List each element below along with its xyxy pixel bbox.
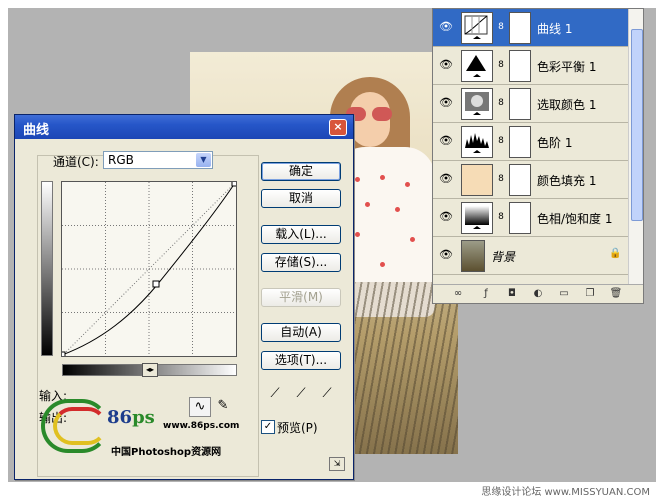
eye-icon[interactable]: 👁 [437,172,455,186]
color-balance-icon [461,50,493,82]
smooth-button[interactable]: 平滑(M) [261,288,341,307]
layer-row[interactable]: 👁 8 色相/饱和度 1 [433,199,629,237]
gray-eyedropper-icon[interactable]: ⟋ [291,385,311,403]
layer-row[interactable]: 👁 背景 🔒 [433,237,629,275]
channel-value: RGB [108,153,134,167]
save-button[interactable]: 存储(S)... [261,253,341,272]
layer-row[interactable]: 👁 8 颜色填充 1 [433,161,629,199]
layer-mask-thumb[interactable] [509,88,531,120]
black-eyedropper-icon[interactable]: ⟋ [265,385,285,403]
curves-dialog: 曲线 × 通道(C): RGB ▼ ◂▸ 输入: 输出: ∿ ✎ 确定 取消 载… [14,114,354,480]
gradient-toggle-icon[interactable]: ◂▸ [142,363,158,377]
curve-point-white [231,180,238,187]
layer-name: 曲线 1 [537,22,573,36]
cancel-button[interactable]: 取消 [261,189,341,208]
eye-icon[interactable]: 👁 [437,210,455,224]
link-icon[interactable]: 8 [497,134,505,148]
layer-style-icon[interactable]: ƒ [479,288,493,300]
link-icon[interactable]: 8 [497,58,505,72]
layer-mask-thumb[interactable] [509,202,531,234]
adjustment-layer-icon[interactable]: ◐ [531,288,545,300]
background-photo [461,240,485,272]
ok-button[interactable]: 确定 [261,162,341,181]
add-mask-icon[interactable]: ◘ [505,288,519,300]
layer-row[interactable]: 👁 8 选取颜色 1 [433,85,629,123]
close-button[interactable]: × [329,119,347,136]
86ps-logo: 86ps www.86ps.com 中国Photoshop资源网 [35,383,239,463]
layer-mask-thumb[interactable] [509,126,531,158]
new-layer-icon[interactable]: ❐ [583,288,597,300]
layers-panel: 👁 8 曲线 1 👁 8 色彩平衡 1 👁 8 选取颜色 1 👁 8 色阶 1 … [432,8,644,304]
chevron-down-icon[interactable]: ▼ [196,153,211,167]
hue-saturation-icon [461,202,493,234]
new-group-icon[interactable]: ▭ [557,288,571,300]
link-icon[interactable]: 8 [497,172,505,186]
layer-name: 选取颜色 1 [537,98,597,112]
layer-row[interactable]: 👁 8 曲线 1 [433,9,629,47]
channel-select[interactable]: RGB ▼ [103,151,213,169]
auto-button[interactable]: 自动(A) [261,323,341,342]
levels-icon [461,126,493,158]
layer-mask-thumb[interactable] [509,50,531,82]
link-layers-icon[interactable]: ∞ [451,288,465,300]
options-button[interactable]: 选项(T)... [261,351,341,370]
trash-icon[interactable]: 🗑 [609,288,623,300]
layer-name: 颜色填充 1 [537,174,597,188]
preview-checkbox[interactable]: ✓ [261,420,275,434]
eye-icon[interactable]: 👁 [437,248,455,262]
curve-graph[interactable] [59,180,238,358]
output-gradient-bar [41,181,53,356]
white-eyedropper-icon[interactable]: ⟋ [317,385,337,403]
layer-mask-thumb[interactable] [509,12,531,44]
logo-swoosh-color [53,407,107,445]
layer-name: 色彩平衡 1 [537,60,597,74]
resize-grip-icon[interactable]: ⇲ [329,457,345,471]
logo-caption: 中国Photoshop资源网 [111,447,222,458]
layers-footer: ∞ ƒ ◘ ◐ ▭ ❐ 🗑 [433,284,643,303]
eye-icon[interactable]: 👁 [437,58,455,72]
channel-label: 通道(C): [53,155,99,169]
eye-icon[interactable]: 👁 [437,134,455,148]
preview-label: 预览(P) [277,421,318,435]
selective-color-icon [461,88,493,120]
eye-icon[interactable]: 👁 [437,20,455,34]
link-icon[interactable]: 8 [497,96,505,110]
photoshop-workspace: 曲线 × 通道(C): RGB ▼ ◂▸ 输入: 输出: ∿ ✎ 确定 取消 载… [0,0,660,500]
curve-point-mid [152,280,160,288]
eye-icon[interactable]: 👁 [437,96,455,110]
layer-row[interactable]: 👁 8 色彩平衡 1 [433,47,629,85]
color-fill-swatch [461,164,493,196]
scrollbar-thumb[interactable] [631,29,643,221]
logo-url: www.86ps.com [163,421,240,431]
curve-point-black [59,351,66,358]
layer-name: 背景 [491,250,516,264]
close-icon: × [333,120,343,133]
watermark: 思缘设计论坛 www.MISSYUAN.COM [481,487,650,498]
dialog-title: 曲线 [23,123,50,138]
layer-name: 色相/饱和度 1 [537,212,613,226]
layers-scrollbar[interactable] [628,9,643,287]
link-icon[interactable]: 8 [497,210,505,224]
layer-name: 色阶 1 [537,136,573,150]
dialog-titlebar[interactable]: 曲线 × [15,115,353,139]
link-icon[interactable]: 8 [497,20,505,34]
curve-grid [59,180,238,358]
layer-mask-thumb[interactable] [509,164,531,196]
logo-number: 86ps [107,407,155,428]
load-button[interactable]: 载入(L)... [261,225,341,244]
layer-row[interactable]: 👁 8 色阶 1 [433,123,629,161]
lock-icon: 🔒 [609,248,622,259]
curves-adjustment-icon [461,12,493,44]
